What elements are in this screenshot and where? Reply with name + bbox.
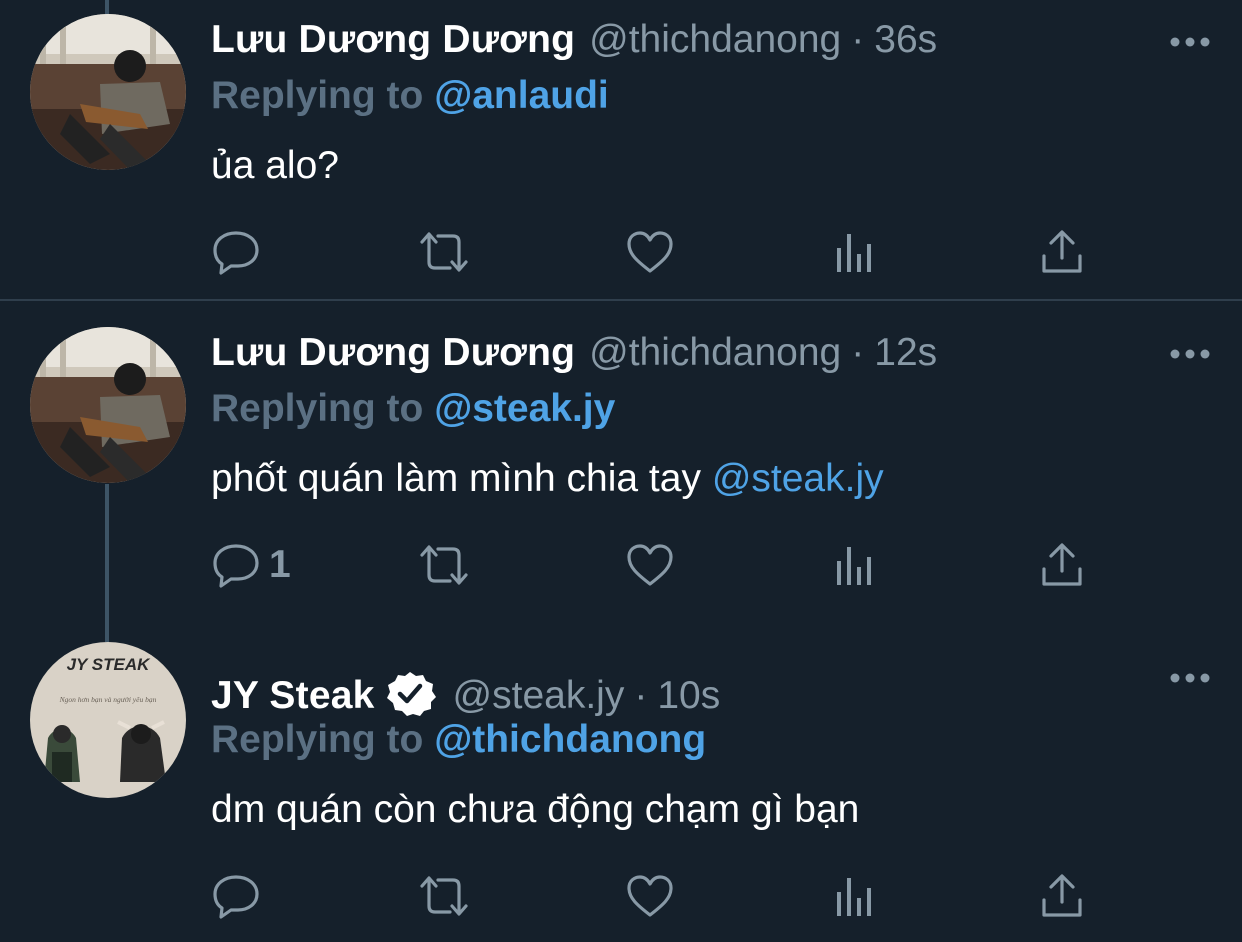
more-icon bbox=[1170, 37, 1210, 47]
share-button[interactable] bbox=[1039, 541, 1085, 589]
display-name[interactable]: Lưu Dương Dương bbox=[211, 331, 575, 375]
tweet-1[interactable]: Lưu Dương Dương @thichdanong · 36s Reply… bbox=[0, 0, 1242, 300]
more-icon bbox=[1170, 673, 1210, 683]
user-handle[interactable]: @thichdanong bbox=[589, 18, 841, 62]
display-name[interactable]: JY Steak bbox=[211, 674, 375, 718]
tweet-text: dm quán còn chưa động chạm gì bạn bbox=[211, 788, 859, 832]
replying-to: Replying to @anlaudi bbox=[211, 74, 609, 118]
like-button[interactable] bbox=[625, 541, 675, 589]
user-handle[interactable]: @thichdanong bbox=[589, 331, 841, 375]
tweet-header: Lưu Dương Dương @thichdanong · 36s bbox=[211, 18, 937, 68]
like-icon bbox=[627, 231, 673, 273]
like-icon bbox=[627, 544, 673, 586]
like-button[interactable] bbox=[625, 872, 675, 920]
tweet-header: Lưu Dương Dương @thichdanong · 12s bbox=[211, 331, 937, 381]
avatar-tagline: Ngon hơn bạn và người yêu bạn bbox=[59, 695, 157, 704]
analytics-button[interactable] bbox=[834, 541, 878, 589]
verified-badge-icon bbox=[381, 670, 439, 716]
analytics-button[interactable] bbox=[834, 228, 878, 276]
analytics-icon bbox=[837, 234, 871, 272]
avatar-photo bbox=[30, 327, 186, 483]
more-options-button[interactable] bbox=[1168, 34, 1212, 50]
tweet-3[interactable]: JY STEAK Ngon hơn bạn và người yêu bạn J… bbox=[0, 631, 1242, 942]
reply-button[interactable] bbox=[211, 872, 269, 920]
retweet-button[interactable] bbox=[416, 872, 472, 920]
retweet-icon bbox=[420, 545, 468, 585]
share-icon bbox=[1042, 543, 1082, 586]
reply-count: 1 bbox=[269, 543, 291, 586]
avatar[interactable]: JY STEAK Ngon hơn bạn và người yêu bạn bbox=[30, 642, 186, 798]
replying-to: Replying to @thichdanong bbox=[211, 718, 706, 762]
retweet-button[interactable] bbox=[416, 228, 472, 276]
analytics-icon bbox=[837, 547, 871, 585]
replying-to-handle[interactable]: @steak.jy bbox=[434, 387, 615, 430]
tweet-2[interactable]: Lưu Dương Dương @thichdanong · 12s Reply… bbox=[0, 301, 1242, 631]
retweet-button[interactable] bbox=[416, 541, 472, 589]
avatar[interactable] bbox=[30, 14, 186, 170]
reply-icon bbox=[213, 875, 259, 919]
display-name[interactable]: Lưu Dương Dương bbox=[211, 18, 575, 62]
avatar-logo-text: JY STEAK bbox=[67, 655, 152, 674]
reply-icon bbox=[213, 231, 259, 275]
tweet-text-content: dm quán còn chưa động chạm gì bạn bbox=[211, 788, 860, 831]
timestamp[interactable]: 36s bbox=[874, 18, 937, 62]
timestamp[interactable]: 12s bbox=[874, 331, 937, 375]
separator-dot: · bbox=[851, 331, 865, 374]
separator-dot: · bbox=[634, 674, 648, 717]
tweet-actions bbox=[211, 228, 1091, 276]
timestamp[interactable]: 10s bbox=[657, 674, 720, 718]
more-options-button[interactable] bbox=[1168, 670, 1212, 686]
tweet-header: JY Steak @steak.jy · 10s bbox=[211, 662, 720, 717]
tweet-text: phốt quán làm mình chia tay @steak.jy bbox=[211, 457, 884, 501]
retweet-icon bbox=[420, 232, 468, 272]
share-icon bbox=[1042, 230, 1082, 273]
tweet-actions bbox=[211, 872, 1091, 920]
like-button[interactable] bbox=[625, 228, 675, 276]
tweet-text: ủa alo? bbox=[211, 144, 339, 188]
tweet-text-mention[interactable]: @steak.jy bbox=[712, 457, 884, 500]
reply-button[interactable] bbox=[211, 228, 269, 276]
more-options-button[interactable] bbox=[1168, 346, 1212, 362]
brand-avatar: JY STEAK Ngon hơn bạn và người yêu bạn bbox=[30, 642, 186, 798]
replying-to-handle[interactable]: @thichdanong bbox=[434, 718, 706, 761]
share-button[interactable] bbox=[1039, 872, 1085, 920]
reply-icon bbox=[213, 544, 259, 588]
avatar[interactable] bbox=[30, 327, 186, 483]
user-handle[interactable]: @steak.jy bbox=[453, 674, 625, 718]
tweet-actions: 1 bbox=[211, 541, 1091, 589]
avatar-photo bbox=[30, 14, 186, 170]
more-icon bbox=[1170, 349, 1210, 359]
analytics-button[interactable] bbox=[834, 872, 878, 920]
tweet-text-content: phốt quán làm mình chia tay bbox=[211, 457, 701, 500]
replying-to-label: Replying to bbox=[211, 718, 424, 761]
tweet-text-content: ủa alo? bbox=[211, 144, 339, 187]
share-icon bbox=[1042, 874, 1082, 917]
analytics-icon bbox=[837, 878, 871, 916]
like-icon bbox=[627, 875, 673, 917]
share-button[interactable] bbox=[1039, 228, 1085, 276]
replying-to-label: Replying to bbox=[211, 387, 424, 430]
replying-to-handle[interactable]: @anlaudi bbox=[434, 74, 609, 117]
retweet-icon bbox=[420, 876, 468, 916]
reply-button[interactable]: 1 bbox=[211, 541, 291, 589]
replying-to-label: Replying to bbox=[211, 74, 424, 117]
replying-to: Replying to @steak.jy bbox=[211, 387, 615, 431]
tweet-feed: Lưu Dương Dương @thichdanong · 36s Reply… bbox=[0, 0, 1242, 942]
separator-dot: · bbox=[851, 18, 865, 61]
